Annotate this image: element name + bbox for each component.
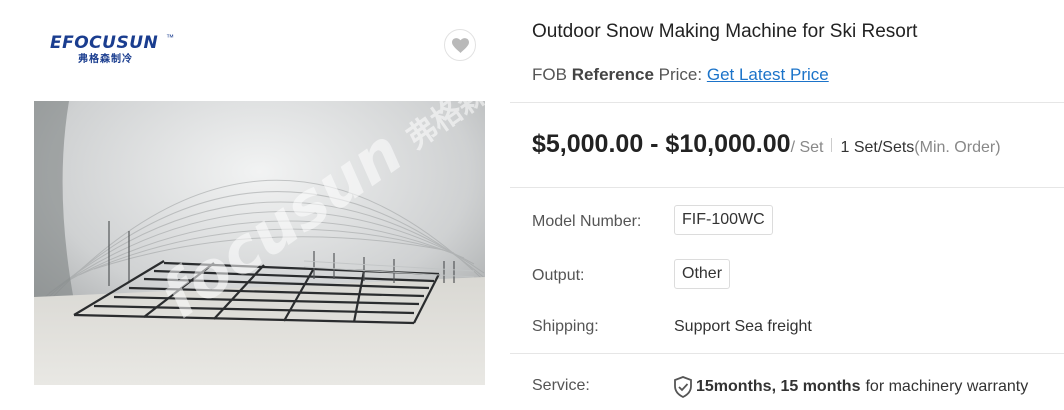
shipping-value: Support Sea freight (674, 318, 812, 335)
model-number-value: FIF-100WC (674, 205, 773, 235)
service-label: Service: (532, 377, 590, 394)
price-line: $5,000.00 - $10,000.00 / Set 1 Set/Sets … (532, 130, 1001, 159)
logo-chinese-name: 弗格森制冷 (78, 54, 133, 65)
output-label: Output: (532, 267, 585, 284)
brand-logo[interactable]: EFOCUSUN ™ 弗格森制冷 (50, 33, 175, 65)
divider (510, 353, 1064, 354)
logo-trademark: ™ (166, 33, 174, 42)
min-order-note: (Min. Order) (914, 139, 1001, 156)
service-value: 15months, 15 months for machinery warran… (673, 376, 1028, 398)
price-range: $5,000.00 - $10,000.00 (532, 130, 791, 158)
heart-icon (451, 37, 469, 53)
min-order-quantity: 1 Set/Sets (840, 139, 915, 156)
divider (510, 102, 1064, 103)
price-label: Price: (658, 65, 703, 84)
model-number-label: Model Number: (532, 213, 642, 230)
shipping-label: Shipping: (532, 318, 599, 335)
product-image[interactable]: focusun 弗格森 (34, 101, 485, 385)
reference-price-line: FOB Reference Price: Get Latest Price (532, 65, 829, 85)
get-latest-price-link[interactable]: Get Latest Price (707, 65, 829, 84)
divider (510, 187, 1064, 188)
product-title: Outdoor Snow Making Machine for Ski Reso… (532, 21, 918, 42)
output-value: Other (674, 259, 731, 289)
fob-label: FOB (532, 65, 567, 84)
ski-dome-photo: focusun 弗格森 (34, 101, 485, 385)
warranty-description: for machinery warranty (865, 378, 1029, 395)
favorite-button[interactable] (444, 29, 476, 61)
shield-check-icon (674, 376, 692, 398)
reference-label: Reference (571, 65, 654, 84)
price-unit: / Set (790, 139, 824, 156)
price-separator (831, 138, 833, 152)
warranty-duration: 15months, 15 months (696, 378, 861, 395)
